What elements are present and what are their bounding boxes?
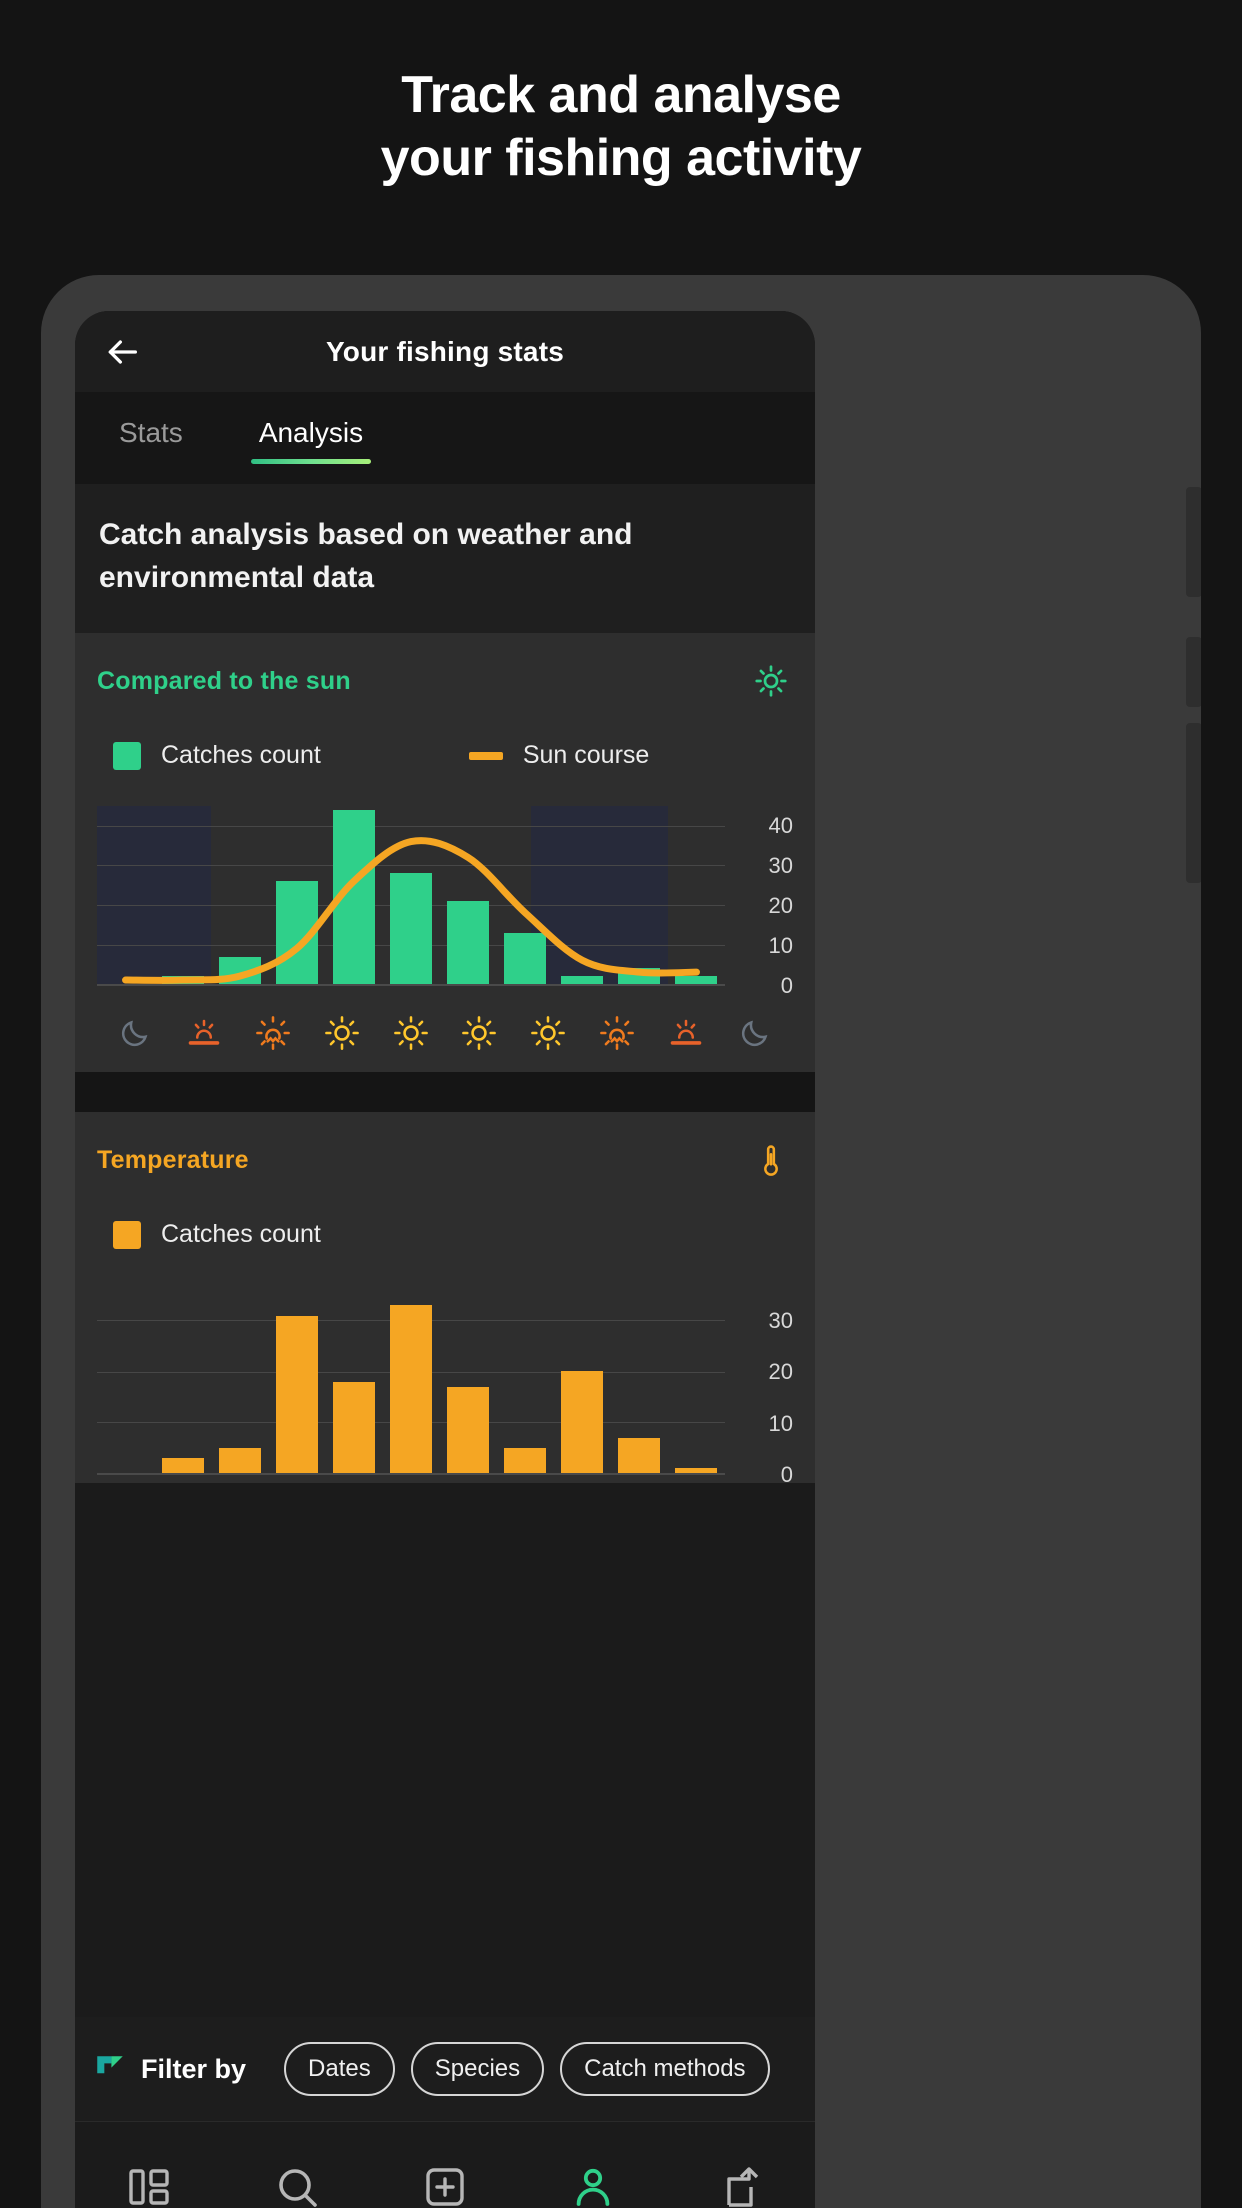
tab-bar: Stats Analysis: [75, 392, 815, 484]
y-axis-tick-label: 10: [768, 933, 793, 959]
nav-dashboard-button[interactable]: [113, 2151, 185, 2208]
bar: [161, 1457, 204, 1474]
sun-chart-card: Compared to the sun Catches count Sun co…: [75, 633, 815, 1073]
y-axis-tick-label: 0: [780, 1462, 793, 1488]
sunrise-icon: [181, 1010, 227, 1056]
filter-bar: Filter by Dates Species Catch methods: [75, 2017, 815, 2121]
y-axis-tick-label: 30: [768, 1307, 793, 1333]
legend-swatch-sun-course: [468, 751, 503, 760]
arrow-left-icon: [108, 339, 137, 364]
temperature-chart-plot: [97, 1295, 725, 1476]
promo-headline-line2: your fishing activity: [380, 129, 862, 188]
device-volume-down-button[interactable]: [1186, 637, 1201, 707]
legend-label-sun-course: Sun course: [522, 741, 650, 770]
sun-icon: [525, 1010, 571, 1056]
sun-card-title: Compared to the sun: [97, 666, 351, 695]
filter-chip-group: Dates Species Catch methods: [268, 2042, 770, 2096]
share-icon: [727, 2166, 759, 2207]
nav-add-button[interactable]: [409, 2151, 481, 2208]
sun-icon: [319, 1010, 365, 1056]
dashboard-icon: [129, 2168, 169, 2205]
search-icon: [279, 2168, 317, 2207]
y-axis-tick-label: 40: [768, 813, 793, 839]
bar: [332, 1381, 375, 1474]
temperature-chart-card: Temperature Catches count 0 10 20 30: [75, 1112, 815, 1487]
sun-icon: [749, 659, 793, 703]
page-title: Your fishing stats: [326, 335, 564, 367]
sun-card-header: Compared to the sun: [97, 659, 793, 703]
promo-headline-line1: Track and analyse: [401, 66, 841, 124]
promo-screenshot: Track and analyse your fishing activity …: [0, 0, 1242, 2208]
card-divider: [75, 1072, 815, 1113]
intro-heading: Catch analysis based on weather and envi…: [99, 518, 633, 594]
intro-card: Catch analysis based on weather and envi…: [75, 484, 815, 634]
y-axis-tick-label: 30: [768, 853, 793, 879]
temperature-chart-legend: Catches count: [97, 1220, 793, 1249]
sun-chart-plot-wrap: 0 10 20 30 40: [97, 806, 793, 998]
temperature-card-header: Temperature: [97, 1138, 793, 1182]
filter-by-label: Filter by: [141, 2053, 247, 2084]
filter-chip-dates[interactable]: Dates: [284, 2042, 395, 2096]
sun-course-line: [97, 806, 725, 984]
tab-stats[interactable]: Stats: [111, 406, 191, 460]
sun-chart-x-axis-icons: [97, 1002, 793, 1064]
temperature-card-title: Temperature: [97, 1145, 249, 1174]
y-axis-tick-label: 0: [780, 973, 793, 999]
phone-screen: Your fishing stats Stats Analysis Catch …: [75, 311, 815, 2208]
temperature-chart-bars: [97, 1295, 725, 1474]
sun-chart-plot: [97, 806, 725, 987]
legend-swatch-catches-temp: [113, 1220, 141, 1249]
filter-chip-catch-methods[interactable]: Catch methods: [560, 2042, 770, 2096]
sun-low-icon: [250, 1010, 296, 1056]
y-axis-tick-label: 20: [768, 893, 793, 919]
tab-analysis[interactable]: Analysis: [250, 406, 372, 464]
promo-headline: Track and analyse your fishing activity: [0, 64, 1242, 191]
sun-chart-y-axis: 0 10 20 30 40: [735, 806, 793, 998]
y-axis-tick-label: 10: [768, 1410, 793, 1436]
phone-frame: Your fishing stats Stats Analysis Catch …: [41, 275, 1201, 2208]
bottom-navigation: [75, 2121, 815, 2208]
temperature-chart-y-axis: 0 10 20 30: [735, 1295, 793, 1487]
nav-share-button[interactable]: [705, 2151, 777, 2208]
bar: [618, 1437, 661, 1474]
filter-chip-species[interactable]: Species: [410, 2042, 545, 2096]
profile-icon: [576, 2168, 610, 2206]
back-button[interactable]: [91, 321, 153, 383]
sunset-icon: [663, 1010, 709, 1056]
add-box-icon: [426, 2167, 464, 2206]
device-volume-up-button[interactable]: [1186, 487, 1201, 597]
sun-icon: [456, 1010, 502, 1056]
y-axis-tick-label: 20: [768, 1359, 793, 1385]
filter-icon: [97, 2056, 123, 2074]
moon-icon: [112, 1010, 158, 1056]
sun-icon: [388, 1010, 434, 1056]
temperature-plot-wrap: 0 10 20 30: [97, 1295, 793, 1487]
sun-chart-legend: Catches count Sun course: [97, 741, 793, 770]
bar: [504, 1447, 547, 1474]
legend-item-catches-count-temp: Catches count: [113, 1220, 321, 1249]
moon-icon: [732, 1010, 778, 1056]
legend-item-catches-count: Catches count: [113, 741, 321, 770]
legend-item-sun-course: Sun course: [468, 741, 650, 770]
legend-label-catches-temp: Catches count: [161, 1220, 321, 1249]
bar: [561, 1371, 604, 1474]
filter-by-label-group[interactable]: Filter by: [93, 2052, 246, 2086]
bar: [675, 1468, 718, 1474]
bar: [218, 1447, 261, 1474]
legend-label-catches: Catches count: [161, 741, 321, 770]
nav-search-button[interactable]: [261, 2151, 333, 2208]
thermometer-icon: [749, 1138, 793, 1182]
app-bar: Your fishing stats: [75, 311, 815, 392]
bar: [389, 1305, 432, 1474]
device-power-button[interactable]: [1186, 723, 1201, 883]
sun-low-icon: [594, 1010, 640, 1056]
nav-profile-button[interactable]: [557, 2151, 629, 2208]
bar: [447, 1386, 489, 1474]
bar: [275, 1315, 318, 1474]
legend-swatch-catches: [113, 741, 141, 770]
